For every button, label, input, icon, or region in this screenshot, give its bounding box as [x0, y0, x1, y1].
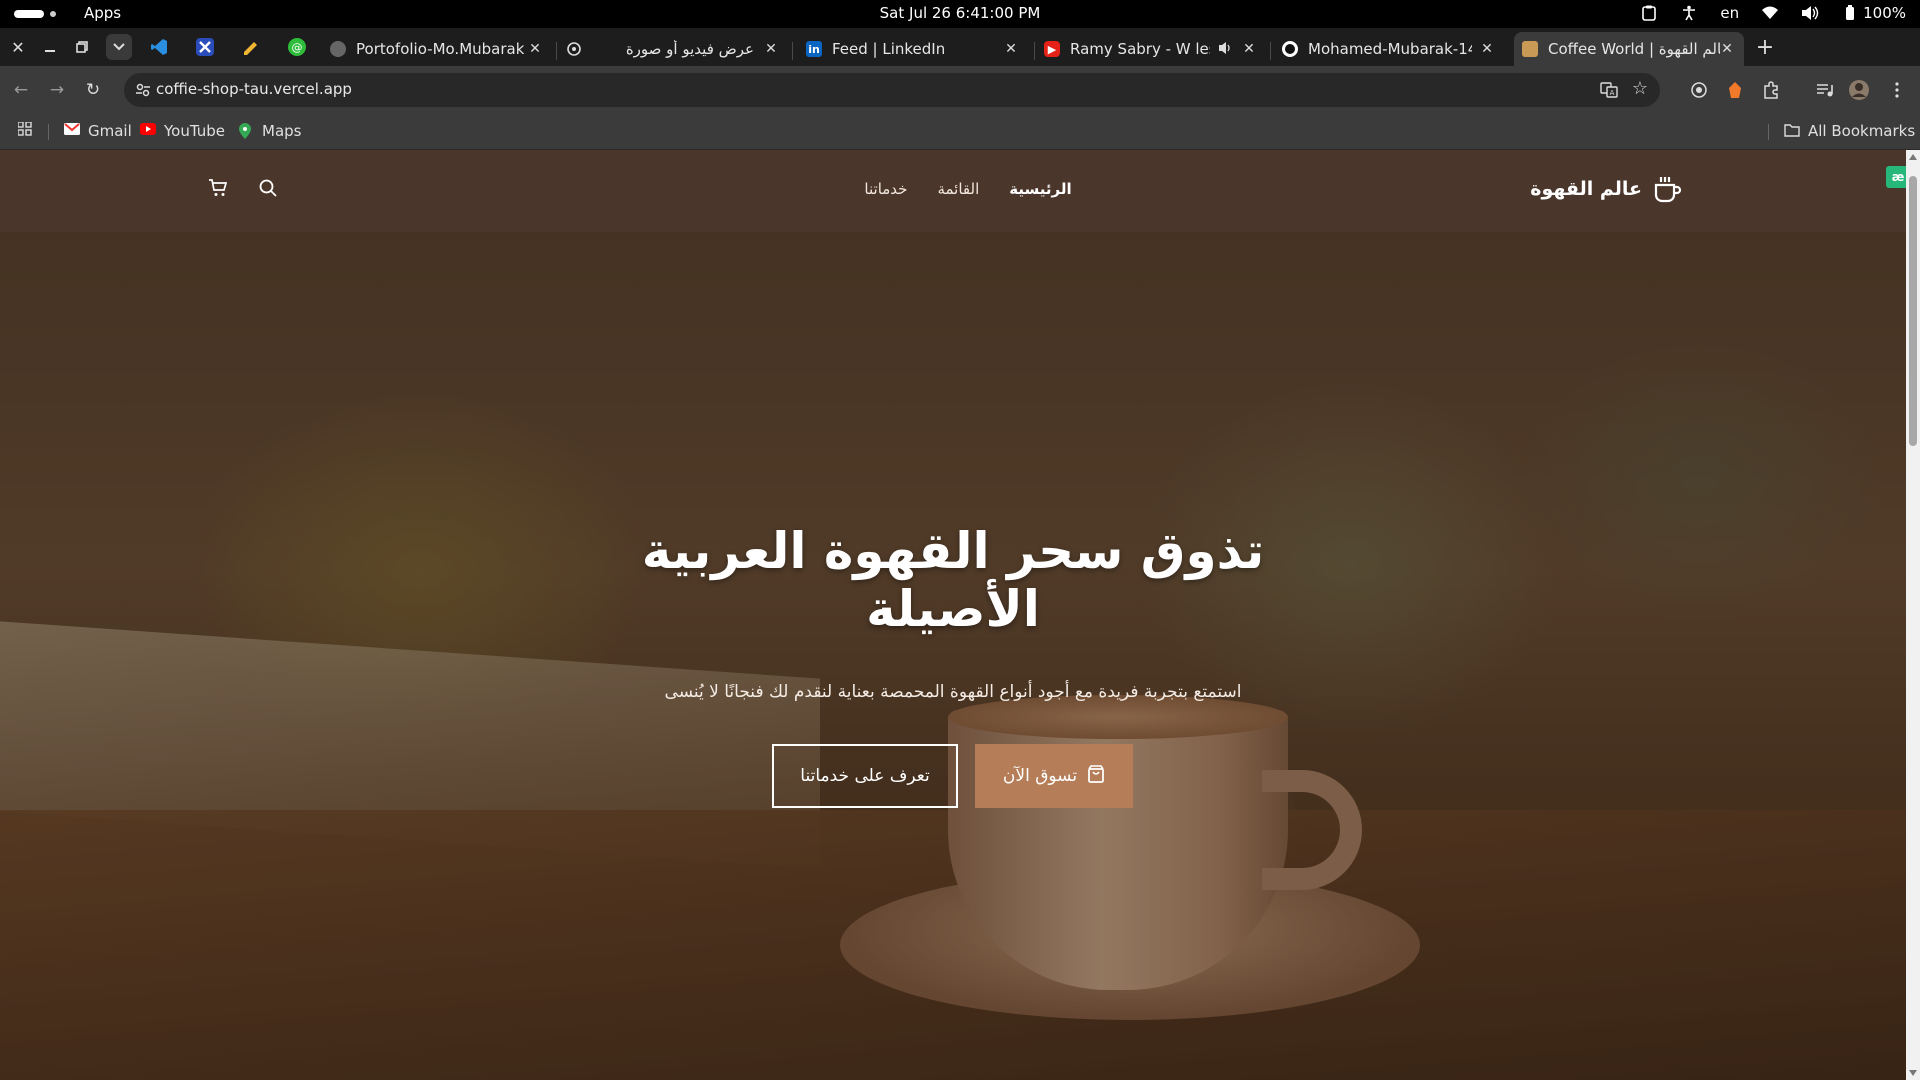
bookmark-star-icon[interactable]: ☆ — [1630, 79, 1650, 99]
tab-strip: ✕ @ Portofolio-Mo.Mubarak ✕ عرض فيديو أو… — [0, 28, 1920, 66]
apps-grid-icon[interactable] — [18, 122, 32, 136]
hero-subtitle: استمتع بتجربة فريدة مع أجود أنواع القهوة… — [664, 682, 1242, 702]
linkedin-icon: in — [806, 41, 822, 57]
cart-icon[interactable] — [208, 178, 230, 200]
scroll-up-arrow-icon[interactable] — [1909, 154, 1917, 160]
url-text[interactable]: coffie-shop-tau.vercel.app — [156, 80, 352, 98]
apps-menu[interactable]: Apps — [84, 4, 121, 22]
battery-icon[interactable] — [1841, 4, 1859, 22]
tab-github[interactable]: Mohamed-Mubarak-142 ✕ — [1282, 32, 1504, 66]
clipboard-icon[interactable] — [1640, 4, 1658, 22]
learn-services-button[interactable]: تعرف على خدماتنا — [772, 744, 958, 808]
openai-icon — [566, 41, 582, 57]
tab-coffee-world[interactable]: Coffee World | عالم القهوة ✕ — [1514, 32, 1744, 66]
browser-toolbar: ← → ↻ coffie-shop-tau.vercel.app A ☆ — [0, 66, 1920, 114]
new-tab-plus-icon[interactable]: + — [1754, 35, 1776, 60]
bookmark-maps[interactable]: Maps — [238, 122, 301, 140]
tab-close-icon[interactable]: ✕ — [762, 40, 780, 58]
gmail-icon — [64, 123, 80, 139]
bookmark-gmail[interactable]: Gmail — [64, 122, 132, 140]
pinned-tab-green-icon[interactable]: @ — [288, 38, 306, 56]
coffee-icon — [1522, 41, 1538, 57]
extension-orange-icon[interactable] — [1724, 79, 1746, 101]
extension-target-icon[interactable] — [1688, 79, 1710, 101]
tab-close-icon[interactable]: ✕ — [1002, 40, 1020, 58]
web-page: عالم القهوة الرئيسية القائمة خدماتنا æ ت… — [0, 150, 1920, 1080]
nav-menu[interactable]: القائمة — [937, 180, 979, 198]
pinned-tab-vscode-icon[interactable] — [150, 38, 168, 56]
bookmark-youtube[interactable]: YouTube — [140, 122, 225, 140]
nav-home[interactable]: الرئيسية — [1009, 180, 1071, 198]
maps-icon — [238, 123, 254, 139]
window-restore-icon[interactable] — [72, 37, 92, 57]
tab-search-chevron-icon[interactable] — [106, 34, 132, 60]
forward-arrow-icon[interactable]: → — [46, 79, 68, 101]
shop-now-button[interactable]: تسوق الآن — [975, 744, 1133, 808]
pinned-tab-app-icon[interactable] — [196, 38, 214, 56]
tab-close-icon[interactable]: ✕ — [1478, 40, 1496, 58]
battery-percent: 100% — [1863, 4, 1906, 22]
accessibility-icon[interactable] — [1680, 4, 1698, 22]
hero-overlay — [0, 232, 1906, 1080]
scroll-down-arrow-icon[interactable] — [1909, 1070, 1917, 1076]
tab-audio-icon[interactable] — [1218, 41, 1232, 59]
site-header: عالم القهوة الرئيسية القائمة خدماتنا — [0, 150, 1906, 232]
translate-icon[interactable]: A — [1600, 81, 1618, 99]
tab-close-icon[interactable]: ✕ — [526, 40, 544, 58]
window-minimize-icon[interactable] — [40, 37, 60, 57]
pinned-tab-pencil-icon[interactable] — [242, 38, 260, 56]
tab-youtube[interactable]: ▶ Ramy Sabry - W lessa ✕ — [1044, 32, 1266, 66]
hero-title: تذوق سحر القهوة العربية الأصيلة — [641, 522, 1265, 638]
address-bar[interactable]: coffie-shop-tau.vercel.app A ☆ — [124, 73, 1660, 107]
tab-close-icon[interactable]: ✕ — [1240, 40, 1258, 58]
all-bookmarks[interactable]: All Bookmarks — [1784, 122, 1915, 140]
back-arrow-icon[interactable]: ← — [10, 79, 32, 101]
main-nav: الرئيسية القائمة خدماتنا — [0, 180, 1906, 198]
tab-close-icon[interactable]: ✕ — [1718, 40, 1736, 58]
folder-icon — [1784, 123, 1800, 139]
github-icon — [1282, 41, 1298, 57]
tab-portfolio[interactable]: Portofolio-Mo.Mubarak ✕ — [330, 32, 552, 66]
extensions-puzzle-icon[interactable] — [1760, 79, 1782, 101]
workspace-indicator[interactable] — [14, 10, 44, 18]
bookmarks-bar: Gmail YouTube Maps All Bookmarks — [0, 114, 1920, 150]
youtube-icon — [140, 123, 156, 139]
page-scrollbar[interactable] — [1906, 150, 1920, 1080]
reload-icon[interactable]: ↻ — [82, 79, 104, 101]
os-top-bar: Apps Sat Jul 26 6:41:00 PM en 100% — [0, 0, 1920, 28]
workspace-dot[interactable] — [50, 11, 56, 17]
scroll-thumb[interactable] — [1909, 176, 1917, 446]
shopping-bag-icon — [1087, 764, 1105, 788]
tab-linkedin[interactable]: in Feed | LinkedIn ✕ — [806, 32, 1028, 66]
volume-icon[interactable] — [1801, 4, 1819, 22]
search-icon[interactable] — [258, 178, 280, 200]
globe-icon — [330, 41, 346, 57]
svg-text:A: A — [1610, 89, 1615, 97]
tab-openai[interactable]: عرض فيديو أو صورة ✕ — [566, 32, 788, 66]
media-controls-icon[interactable] — [1814, 79, 1836, 101]
clock[interactable]: Sat Jul 26 6:41:00 PM — [880, 4, 1041, 22]
browser-menu-icon[interactable] — [1886, 79, 1908, 101]
site-info-icon[interactable] — [134, 81, 152, 99]
nav-services[interactable]: خدماتنا — [864, 180, 907, 198]
youtube-icon: ▶ — [1044, 41, 1060, 57]
keyboard-language[interactable]: en — [1720, 4, 1739, 22]
window-close-icon[interactable]: ✕ — [8, 37, 28, 57]
profile-avatar[interactable] — [1848, 79, 1870, 101]
wifi-icon[interactable] — [1761, 4, 1779, 22]
svg-text:@: @ — [292, 41, 303, 54]
